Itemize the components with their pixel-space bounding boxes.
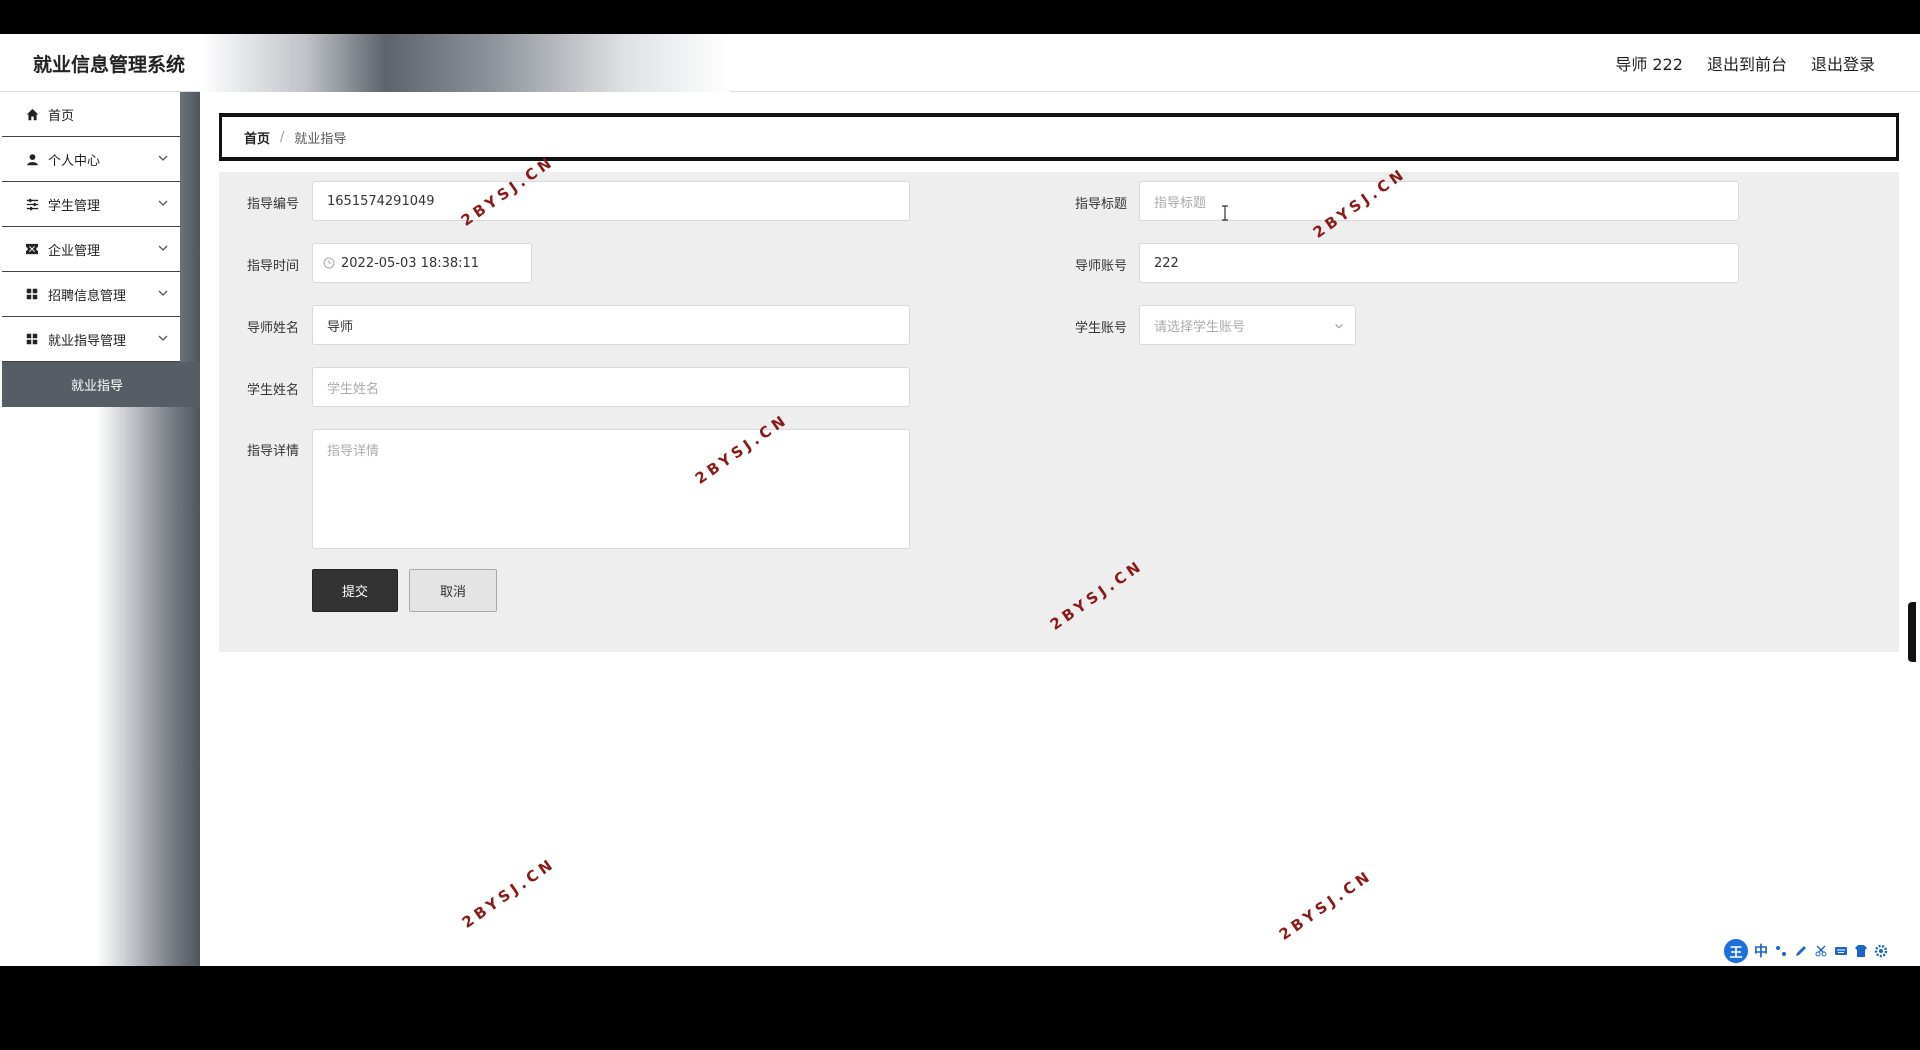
- header-decoration: [200, 34, 730, 92]
- watermark: 2BYSJ.CN: [1275, 866, 1376, 944]
- title-input[interactable]: 指导标题: [1139, 181, 1739, 221]
- side-drawer-handle[interactable]: [1908, 602, 1916, 662]
- grid-icon: [24, 286, 40, 302]
- student-account-placeholder: 请选择学生账号: [1154, 319, 1246, 335]
- keyboard-icon[interactable]: [1834, 944, 1848, 958]
- sidebar: 首页 个人中心 学生管理 企业管理 招聘信息管理 就业指导管理 就业指导: [0, 92, 200, 966]
- ticket-icon: [24, 241, 40, 257]
- sidebar-subitem-guidance[interactable]: 就业指导: [2, 362, 200, 407]
- sidebar-item-home[interactable]: 首页: [2, 92, 180, 137]
- title-label: 指导标题: [1074, 197, 1127, 212]
- home-icon: [24, 106, 40, 122]
- sidebar-item-label: 就业指导管理: [48, 333, 127, 349]
- ime-logo-icon[interactable]: 王: [1724, 939, 1748, 963]
- teacher-account-input[interactable]: 222: [1139, 243, 1739, 283]
- sidebar-item-label: 学生管理: [48, 198, 101, 214]
- sidebar-item-company-management[interactable]: 企业管理: [2, 227, 180, 272]
- grid-icon: [24, 331, 40, 347]
- student-account-label: 学生账号: [1074, 321, 1127, 336]
- sidebar-item-label: 个人中心: [48, 153, 101, 169]
- pen-icon[interactable]: [1794, 944, 1808, 958]
- chevron-down-icon: [158, 200, 168, 206]
- student-account-select[interactable]: 请选择学生账号: [1139, 305, 1356, 345]
- watermark: 2BYSJ.CN: [458, 854, 559, 932]
- sidebar-item-recruitment-management[interactable]: 招聘信息管理: [2, 272, 180, 317]
- ime-mode-toggle[interactable]: 中: [1754, 941, 1768, 961]
- current-user-label: 导师 222: [1615, 55, 1683, 74]
- student-name-label: 学生姓名: [246, 383, 299, 398]
- chevron-up-icon: [158, 335, 168, 341]
- sidebar-item-guidance-management[interactable]: 就业指导管理: [2, 317, 180, 362]
- exit-to-front-link[interactable]: 退出到前台: [1707, 51, 1787, 75]
- guidance-form: 指导编号 1651574291049 指导标题 指导标题 指导时间 2022-0…: [219, 172, 1899, 652]
- gear-icon[interactable]: [1874, 944, 1888, 958]
- time-picker[interactable]: 2022-05-03 18:38:11: [312, 243, 532, 283]
- teacher-name-input[interactable]: 导师: [312, 305, 910, 345]
- code-label: 指导编号: [246, 197, 299, 212]
- skin-icon[interactable]: [1854, 944, 1868, 958]
- chevron-down-icon: [158, 290, 168, 296]
- chevron-down-icon: [158, 155, 168, 161]
- breadcrumb: 首页 / 就业指导: [219, 113, 1899, 161]
- clock-icon: [323, 257, 335, 269]
- code-input[interactable]: 1651574291049: [312, 181, 910, 221]
- time-value: 2022-05-03 18:38:11: [341, 255, 480, 271]
- detail-textarea[interactable]: 指导详情: [312, 429, 910, 549]
- breadcrumb-current: 就业指导: [294, 131, 347, 147]
- user-icon: [24, 151, 40, 167]
- chevron-down-icon: [158, 245, 168, 251]
- scissors-icon[interactable]: [1814, 944, 1828, 958]
- sidebar-item-personal-center[interactable]: 个人中心: [2, 137, 180, 182]
- text-cursor-icon: [1222, 205, 1228, 221]
- teacher-account-label: 导师账号: [1074, 259, 1127, 274]
- cancel-button[interactable]: 取消: [409, 569, 497, 612]
- logout-link[interactable]: 退出登录: [1811, 51, 1875, 75]
- student-name-input[interactable]: 学生姓名: [312, 367, 910, 407]
- time-label: 指导时间: [246, 259, 299, 274]
- breadcrumb-home-link[interactable]: 首页: [244, 128, 270, 147]
- sidebar-item-label: 招聘信息管理: [48, 288, 127, 304]
- top-header: 就业信息管理系统 导师 222 退出到前台 退出登录: [0, 34, 1920, 92]
- sidebar-item-label: 企业管理: [48, 243, 101, 259]
- chevron-down-icon: [1335, 323, 1343, 329]
- ime-toolbar: 王 中: [1724, 939, 1888, 963]
- breadcrumb-separator: /: [280, 129, 285, 145]
- sidebar-item-label: 首页: [48, 108, 75, 124]
- header-actions: 导师 222 退出到前台 退出登录: [1615, 51, 1875, 75]
- sliders-icon: [24, 196, 40, 212]
- sidebar-menu: 首页 个人中心 学生管理 企业管理 招聘信息管理 就业指导管理: [2, 92, 180, 362]
- app-window: 就业信息管理系统 导师 222 退出到前台 退出登录 首页 个人中心 学生管理 …: [0, 34, 1920, 966]
- teacher-name-label: 导师姓名: [246, 321, 299, 336]
- app-title: 就业信息管理系统: [33, 54, 186, 76]
- detail-label: 指导详情: [246, 444, 299, 459]
- submit-button[interactable]: 提交: [312, 569, 398, 612]
- punctuation-icon[interactable]: [1774, 944, 1788, 958]
- sidebar-item-student-management[interactable]: 学生管理: [2, 182, 180, 227]
